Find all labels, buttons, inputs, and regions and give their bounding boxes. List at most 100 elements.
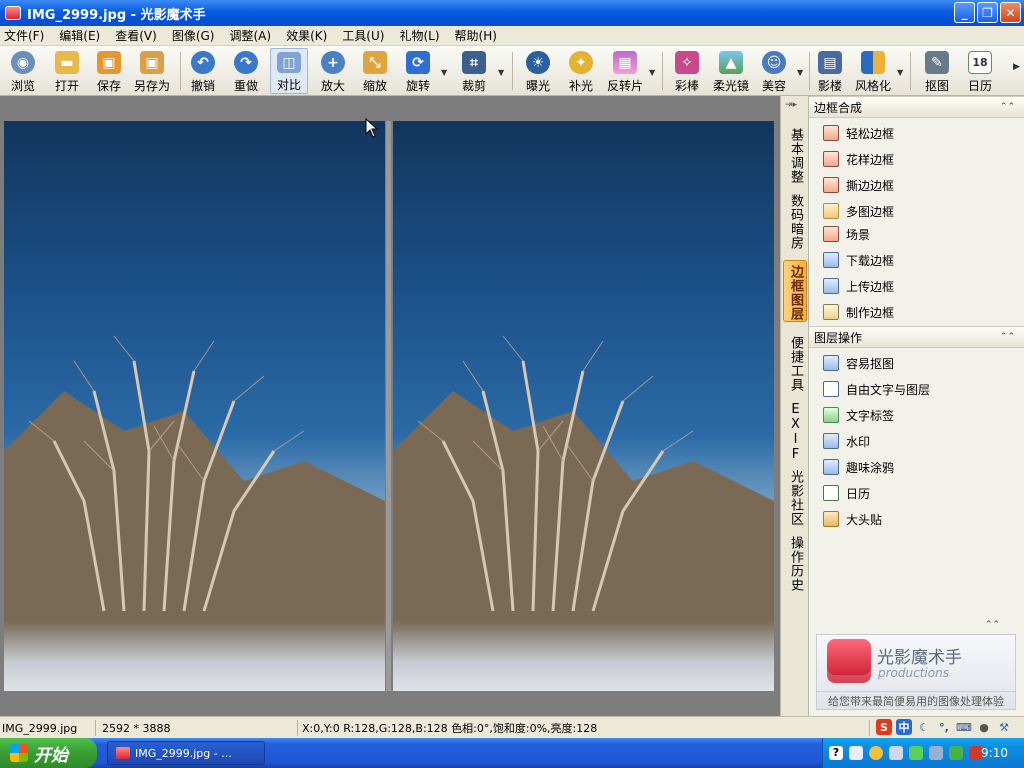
chinese-mode-icon[interactable]: 中 xyxy=(896,719,912,735)
layer-item-photo-sticker[interactable]: 大头贴 xyxy=(823,509,882,529)
notify-arrow-icon[interactable] xyxy=(869,746,883,760)
minimize-button[interactable]: _ xyxy=(954,2,975,23)
collapse-panel-icon[interactable]: ⇥▸ xyxy=(785,100,797,110)
network-icon[interactable] xyxy=(849,746,863,760)
grid-frame-icon xyxy=(823,203,839,219)
save-as-icon: ▣ xyxy=(140,51,164,74)
tab-frame-layer[interactable]: 边框图层 xyxy=(783,260,807,322)
punctuation-icon[interactable]: °, xyxy=(936,719,952,735)
layer-item-text-label[interactable]: 文字标签 xyxy=(823,405,894,425)
status-bar: IMG_2999.jpg 2592 * 3888 X:0,Y:0 R:128,G… xyxy=(0,716,1024,738)
frame-item-easy[interactable]: 轻松边框 xyxy=(823,123,894,143)
compare-divider[interactable] xyxy=(386,121,391,691)
restore-button[interactable]: ❐ xyxy=(977,2,998,23)
compare-button[interactable]: ◫ 对比 xyxy=(270,48,308,94)
collapse-icon[interactable]: ⌃⌃ xyxy=(1000,332,1015,342)
menu-edit[interactable]: 编辑(E) xyxy=(59,27,100,44)
menu-effects[interactable]: 效果(K) xyxy=(286,27,327,44)
user-icon[interactable]: ● xyxy=(976,719,992,735)
brand-banner[interactable]: 光影魔术手 productions 给您带来最简便易用的图像处理体验 xyxy=(816,634,1016,710)
security-icon[interactable] xyxy=(949,746,963,760)
start-button[interactable]: 开始 xyxy=(0,738,97,768)
keyboard-icon[interactable]: ⌨ xyxy=(956,719,972,735)
color-stick-button[interactable]: ✧ 彩棒 xyxy=(670,48,704,94)
layer-item-calendar[interactable]: 日历 xyxy=(823,483,870,503)
studio-button[interactable]: ▤ 影楼 xyxy=(815,48,845,94)
exposure-button[interactable]: ☀ 曝光 xyxy=(521,48,555,94)
half-width-moon-icon[interactable]: ☾ xyxy=(916,719,932,735)
tab-history[interactable]: 操作历史 xyxy=(783,536,807,592)
frame-section-header[interactable]: 边框合成 ⌃⌃ xyxy=(809,96,1024,118)
fill-light-button[interactable]: ✦ 补光 xyxy=(564,48,598,94)
negative-dropdown-icon[interactable]: ▼ xyxy=(649,68,655,77)
frame-item-fancy[interactable]: 花样边框 xyxy=(823,149,894,169)
crop-button[interactable]: ⌗ 裁剪 xyxy=(457,48,491,94)
menu-file[interactable]: 文件(F) xyxy=(4,27,44,44)
rotate-button[interactable]: ⟳ 旋转 xyxy=(401,48,435,94)
beauty-dropdown-icon[interactable]: ▼ xyxy=(797,68,803,77)
negative-button[interactable]: ▦ 反转片 xyxy=(603,48,647,94)
collapse-icon[interactable]: ⌃⌃ xyxy=(985,620,1000,630)
frame-item-upload[interactable]: 上传边框 xyxy=(823,276,894,296)
title-bar: IMG_2999.jpg - 光影魔术手 _ ❐ ✕ xyxy=(0,0,1024,26)
redo-button[interactable]: ↷ 重做 xyxy=(229,48,263,94)
windows-logo-icon xyxy=(10,744,28,762)
device-icon[interactable] xyxy=(889,746,903,760)
zoom-in-button[interactable]: + 放大 xyxy=(316,48,350,94)
monitor-icon[interactable] xyxy=(929,746,943,760)
tab-exif[interactable]: EXIF xyxy=(783,402,807,462)
tab-digital-darkroom[interactable]: 数码暗房 xyxy=(783,194,807,250)
menu-gifts[interactable]: 礼物(L) xyxy=(399,27,439,44)
clock: 9:10 xyxy=(981,746,1008,760)
undo-button[interactable]: ↶ 撤销 xyxy=(186,48,220,94)
browse-button[interactable]: ◉ 浏览 xyxy=(6,48,40,94)
layer-section-header[interactable]: 图层操作 ⌃⌃ xyxy=(809,326,1024,348)
eye-icon: ◉ xyxy=(11,51,35,74)
signal-icon[interactable] xyxy=(909,746,923,760)
cutout-button[interactable]: ✎ 抠图 xyxy=(920,48,954,94)
frame-item-multi[interactable]: 多图边框 xyxy=(823,201,894,221)
layer-item-cutout[interactable]: 容易抠图 xyxy=(823,353,894,373)
toolbar-more-icon[interactable]: ▶ xyxy=(1013,62,1020,72)
soft-lens-button[interactable]: ▲ 柔光镜 xyxy=(709,48,753,94)
open-button[interactable]: ▬ 打开 xyxy=(50,48,84,94)
frame-item-make[interactable]: 制作边框 xyxy=(823,302,894,322)
close-button[interactable]: ✕ xyxy=(1000,2,1021,23)
rotate-dropdown-icon[interactable]: ▼ xyxy=(441,68,447,77)
calendar-button[interactable]: 18 日历 xyxy=(962,48,998,94)
menu-tools[interactable]: 工具(U) xyxy=(342,27,384,44)
collapse-icon[interactable]: ⌃⌃ xyxy=(1000,102,1015,112)
save-as-button[interactable]: ▣ 另存为 xyxy=(130,48,174,94)
layer-item-watermark[interactable]: 水印 xyxy=(823,431,870,451)
undo-icon: ↶ xyxy=(191,51,215,74)
stylize-dropdown-icon[interactable]: ▼ xyxy=(897,68,903,77)
save-button[interactable]: ▣ 保存 xyxy=(92,48,126,94)
tab-community[interactable]: 光影社区 xyxy=(783,470,807,526)
tab-basic-adjust[interactable]: 基本调整 xyxy=(783,128,807,184)
layer-item-doodle[interactable]: 趣味涂鸦 xyxy=(823,457,894,477)
layer-item-text-layer[interactable]: 自由文字与图层 xyxy=(823,379,930,399)
menu-view[interactable]: 查看(V) xyxy=(115,27,157,44)
menu-help[interactable]: 帮助(H) xyxy=(455,27,497,44)
tab-quick-tools[interactable]: 便捷工具 xyxy=(783,336,807,392)
watermark-icon xyxy=(823,433,839,449)
frame-item-torn[interactable]: 撕边边框 xyxy=(823,175,894,195)
app-logo-icon xyxy=(116,747,130,759)
stylize-button[interactable]: 风格化 xyxy=(851,48,895,94)
sogou-ime-icon[interactable]: S xyxy=(876,719,892,735)
menu-adjust[interactable]: 调整(A) xyxy=(229,27,271,44)
frame-item-scene[interactable]: 场景 xyxy=(823,224,870,244)
wrench-icon[interactable]: ⚒ xyxy=(996,719,1012,735)
taskbar-item-app[interactable]: IMG_2999.jpg - ... xyxy=(107,741,265,765)
beauty-button[interactable]: ☺ 美容 xyxy=(757,48,791,94)
menu-bar: 文件(F) 编辑(E) 查看(V) 图像(G) 调整(A) 效果(K) 工具(U… xyxy=(0,26,1024,46)
help-icon[interactable]: ? xyxy=(829,746,843,760)
toolbar-separator xyxy=(809,52,810,90)
vertical-tab-strip: ⇥▸ 基本调整 数码暗房 边框图层 便捷工具 EXIF 光影社区 操作历史 xyxy=(780,96,808,716)
processed-image-pane[interactable] xyxy=(393,121,774,691)
scale-button[interactable]: ⤡ 缩放 xyxy=(358,48,392,94)
frame-item-download[interactable]: 下载边框 xyxy=(823,250,894,270)
menu-image[interactable]: 图像(G) xyxy=(172,27,215,44)
crop-dropdown-icon[interactable]: ▼ xyxy=(498,68,504,77)
original-image-pane[interactable] xyxy=(4,121,385,691)
